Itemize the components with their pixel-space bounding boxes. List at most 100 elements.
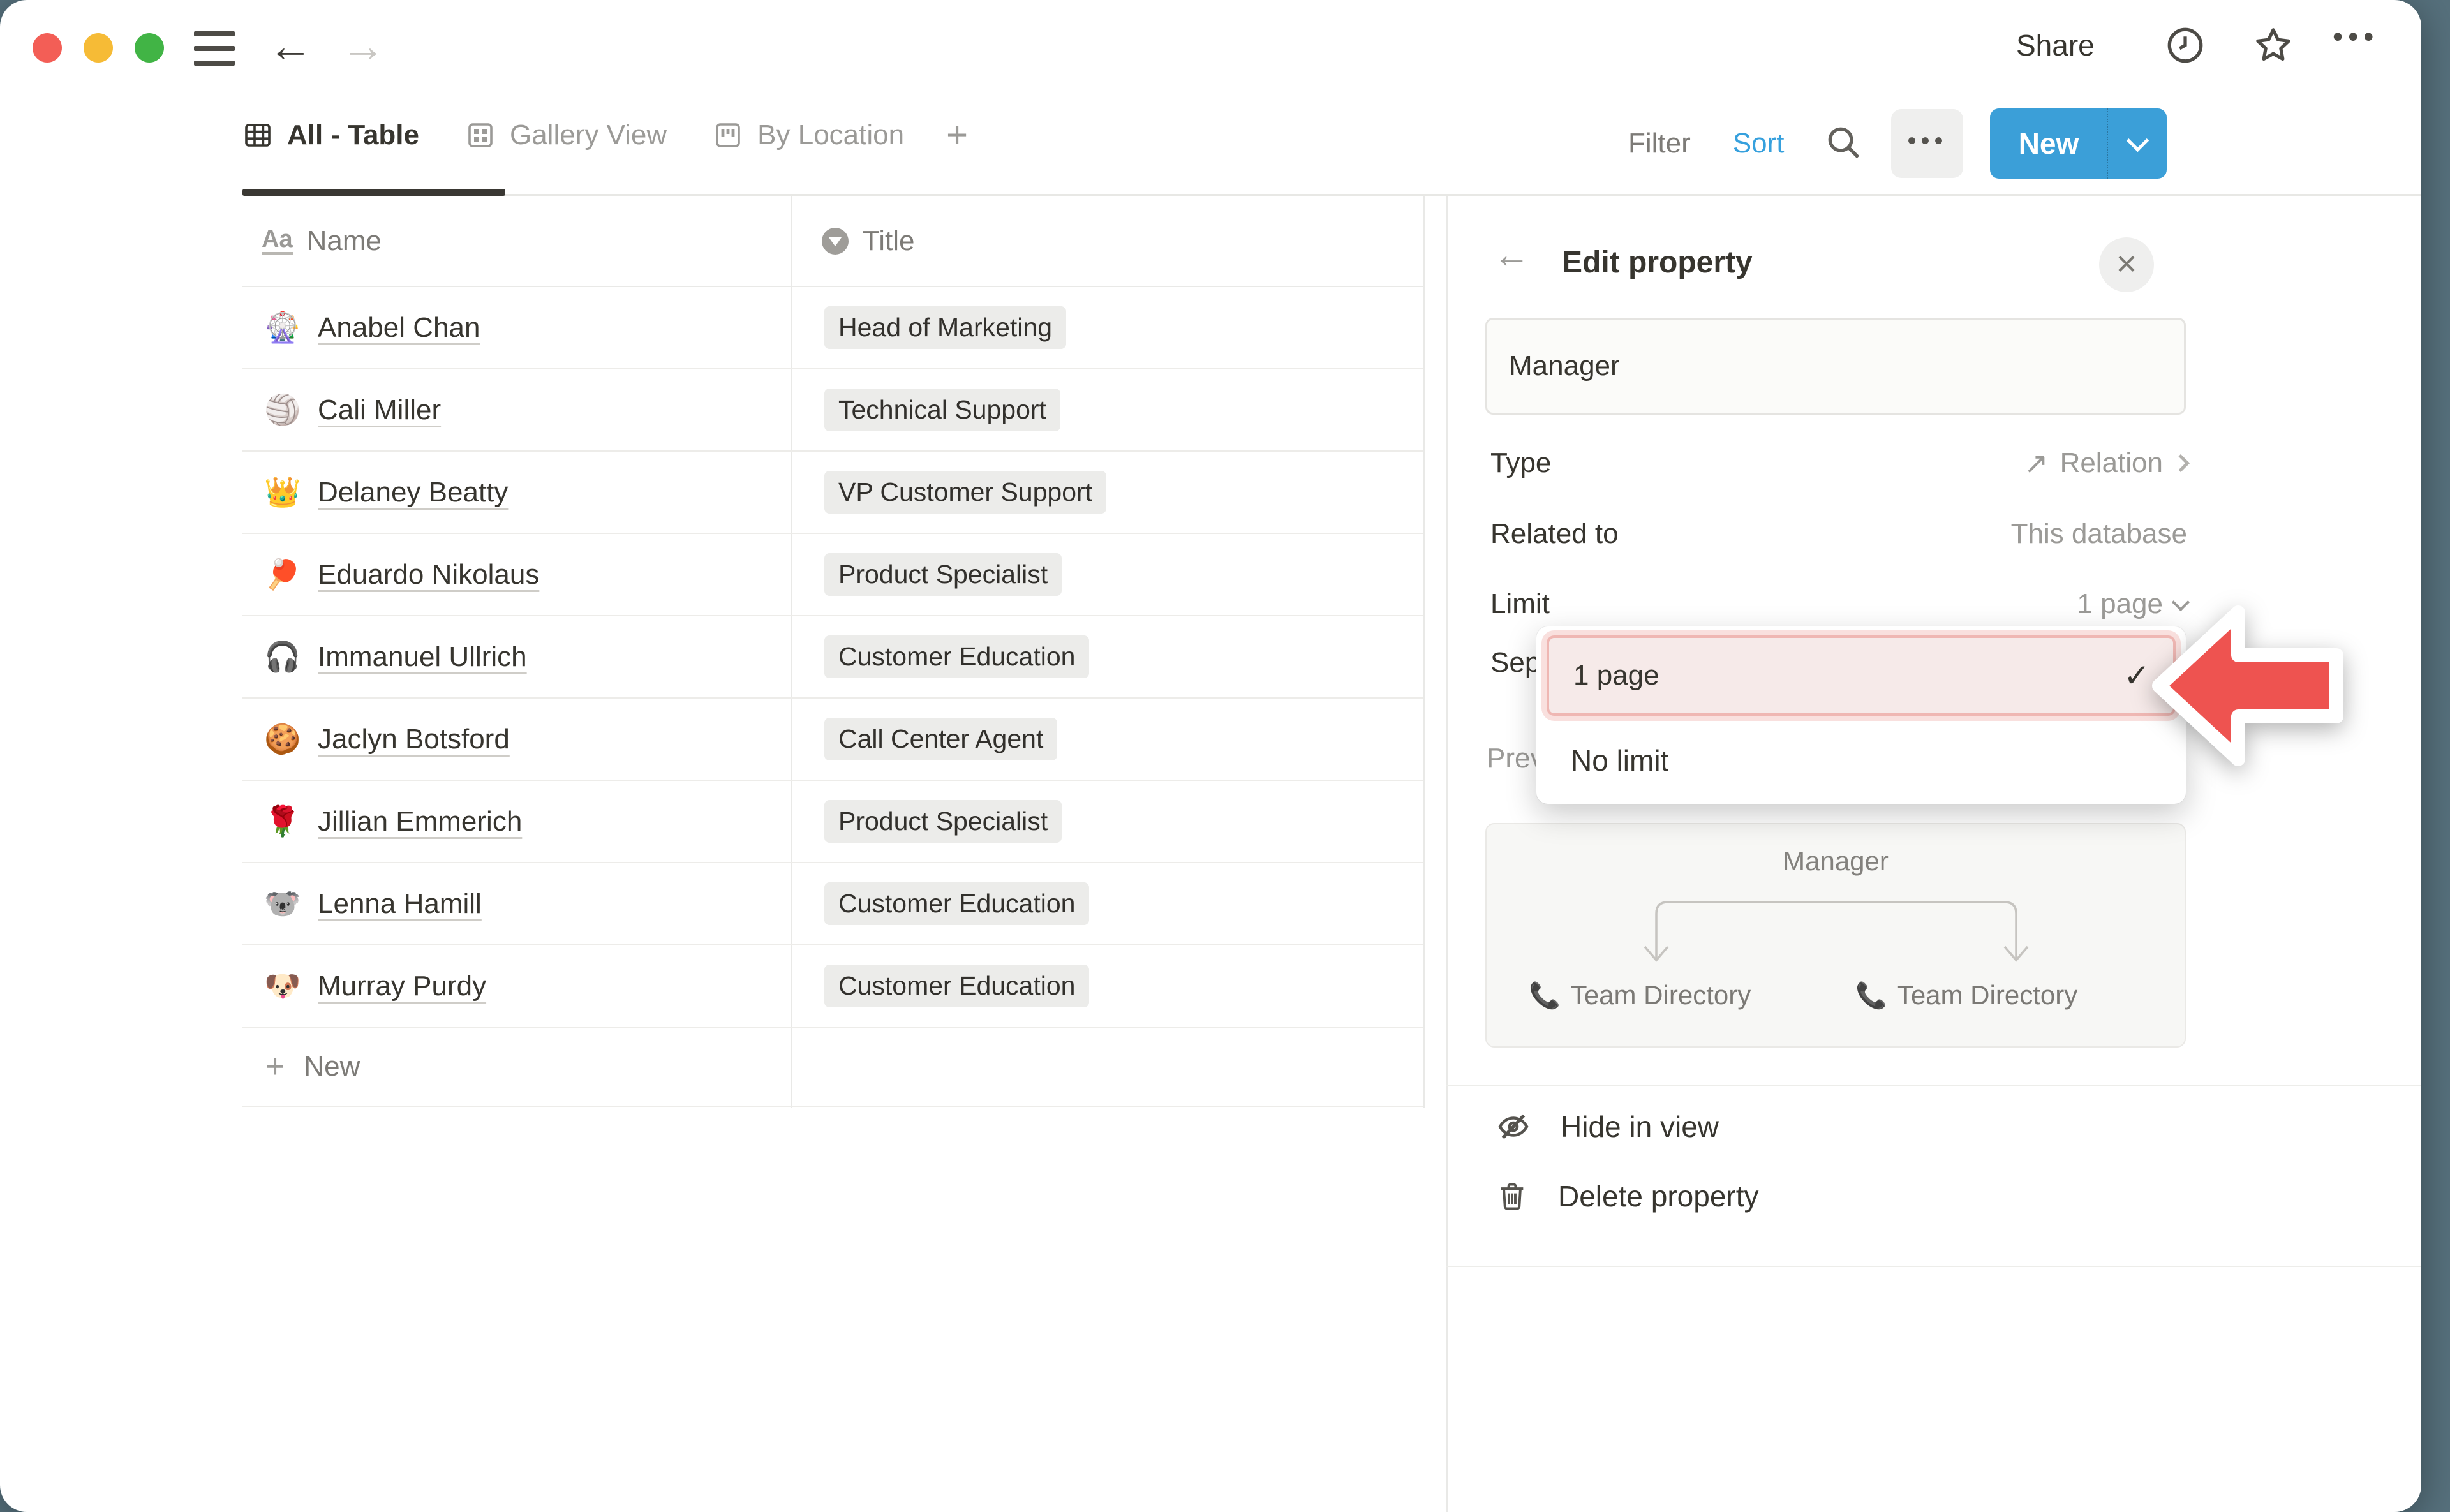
favorite-star-icon[interactable] xyxy=(2252,24,2294,70)
select-tag[interactable]: VP Customer Support xyxy=(824,471,1106,514)
table-row[interactable]: 🍪 Jaclyn Botsford Call Center Agent xyxy=(242,699,1423,781)
page-link[interactable]: Immanuel Ullrich xyxy=(318,641,527,673)
property-name-input[interactable]: Manager xyxy=(1485,318,2186,415)
table-row[interactable]: 🏓 Eduardo Nikolaus Product Specialist xyxy=(242,534,1423,616)
gallery-view-icon xyxy=(465,120,496,151)
select-property-icon xyxy=(822,228,849,255)
eye-off-icon xyxy=(1496,1109,1531,1145)
delete-property-button[interactable]: Delete property xyxy=(1496,1179,1759,1213)
close-icon: × xyxy=(2116,242,2137,284)
page-emoji: 🐨 xyxy=(264,886,301,921)
select-tag[interactable]: Customer Education xyxy=(824,882,1089,925)
phone-icon: 📞 xyxy=(1855,981,1887,1011)
page-link[interactable]: Delaney Beatty xyxy=(318,477,508,508)
table-row[interactable]: 🎧Immanuel Ullrich Customer Education xyxy=(242,616,1423,699)
trash-icon xyxy=(1496,1180,1529,1213)
relation-arrow-icon: ↗ xyxy=(2024,446,2049,480)
hide-in-view-button[interactable]: Hide in view xyxy=(1496,1109,1719,1145)
updates-clock-icon[interactable] xyxy=(2164,24,2206,70)
panel-divider xyxy=(1446,196,1448,1512)
search-icon[interactable] xyxy=(1823,122,1863,165)
panel-title: Edit property xyxy=(1562,245,1753,280)
active-tab-underline xyxy=(242,189,505,196)
add-view-icon[interactable]: + xyxy=(946,114,968,156)
notion-window: ← → Share ••• All - Table Gallery View B… xyxy=(0,0,2421,1512)
preview-child-relation: 📞 Team Directory xyxy=(1855,980,2077,1011)
table-row[interactable]: 👑 Delaney Beatty VP Customer Support xyxy=(242,452,1423,534)
share-button[interactable]: Share xyxy=(2016,28,2095,63)
page-link[interactable]: Jaclyn Botsford xyxy=(318,723,510,755)
preview-child-relation: 📞 Team Directory xyxy=(1529,980,1751,1011)
window-more-icon[interactable]: ••• xyxy=(2333,19,2379,54)
tab-gallery-view[interactable]: Gallery View xyxy=(465,119,667,151)
select-tag[interactable]: Head of Marketing xyxy=(824,306,1066,349)
window-controls[interactable] xyxy=(33,33,164,63)
select-tag[interactable]: Customer Education xyxy=(824,635,1089,678)
minimize-window-icon[interactable] xyxy=(84,33,113,63)
panel-section-divider xyxy=(1446,1085,2421,1086)
sort-button[interactable]: Sort xyxy=(1733,128,1785,159)
table-row[interactable]: 🐨 Lenna Hamill Customer Education xyxy=(242,863,1423,945)
text-property-icon: Aa xyxy=(262,227,293,255)
page-link[interactable]: Murray Purdy xyxy=(318,970,486,1002)
dropdown-option-no-limit[interactable]: No limit xyxy=(1547,729,2176,792)
select-tag[interactable]: Product Specialist xyxy=(824,800,1062,843)
column-header-title[interactable]: Title xyxy=(822,196,915,286)
select-tag[interactable]: Customer Education xyxy=(824,965,1089,1007)
page-link[interactable]: Lenna Hamill xyxy=(318,888,482,920)
zoom-window-icon[interactable] xyxy=(135,33,164,63)
new-split-button[interactable]: New xyxy=(1990,108,2167,179)
property-row-related-to: Related to This database xyxy=(1490,500,2187,568)
nav-forward-icon: → xyxy=(341,14,385,78)
chevron-right-icon xyxy=(2172,454,2190,472)
ellipsis-icon: ••• xyxy=(1907,127,1947,156)
page-emoji: 🍪 xyxy=(264,722,301,757)
table-row[interactable]: 🐶Murray Purdy Customer Education xyxy=(242,945,1423,1028)
chevron-down-icon xyxy=(2127,129,2149,151)
table-row[interactable]: 🌹 Jillian Emmerich Product Specialist xyxy=(242,781,1423,863)
column-divider[interactable] xyxy=(1423,196,1425,1108)
dropdown-option-1-page[interactable]: 1 page ✓ xyxy=(1547,635,2176,716)
select-tag[interactable]: Product Specialist xyxy=(824,553,1062,596)
page-emoji: 🏐 xyxy=(264,392,301,427)
select-tag[interactable]: Technical Support xyxy=(824,389,1060,431)
close-window-icon[interactable] xyxy=(33,33,62,63)
board-view-icon xyxy=(713,120,743,151)
page-emoji: 🌹 xyxy=(264,804,301,839)
checkmark-icon: ✓ xyxy=(2123,657,2150,694)
new-row-button[interactable]: + New xyxy=(242,1028,1423,1107)
page-link[interactable]: Anabel Chan xyxy=(318,312,480,344)
phone-icon: 📞 xyxy=(1529,981,1561,1011)
table-view-icon xyxy=(242,120,273,151)
select-tag[interactable]: Call Center Agent xyxy=(824,718,1057,760)
page-link[interactable]: Eduardo Nikolaus xyxy=(318,559,539,591)
page-emoji: 🏓 xyxy=(264,557,301,592)
tab-all-table[interactable]: All - Table xyxy=(242,119,419,151)
page-link[interactable]: Cali Miller xyxy=(318,394,441,426)
sidebar-toggle-icon[interactable] xyxy=(194,31,235,66)
related-to-value[interactable]: This database xyxy=(2011,518,2187,550)
view-tabs: All - Table Gallery View By Location + xyxy=(242,114,968,156)
column-header-name[interactable]: Aa Name xyxy=(262,196,382,286)
table-row[interactable]: 🎡Anabel Chan Head of Marketing xyxy=(242,287,1423,369)
property-row-type: Type ↗ Relation xyxy=(1490,429,2187,498)
page-link[interactable]: Jillian Emmerich xyxy=(318,806,522,838)
new-button[interactable]: New xyxy=(1990,108,2108,179)
clipped-preview-label: Prev xyxy=(1487,743,1544,775)
new-button-dropdown[interactable] xyxy=(2108,108,2167,179)
table-row[interactable]: 🏐 Cali Miller Technical Support xyxy=(242,369,1423,452)
filter-button[interactable]: Filter xyxy=(1628,128,1691,159)
view-toolbar: Filter Sort ••• New xyxy=(1628,108,2167,179)
nav-back-icon[interactable]: ← xyxy=(268,14,313,78)
panel-close-button[interactable]: × xyxy=(2099,237,2154,292)
clipped-property-label: Sep xyxy=(1490,647,1540,679)
type-value[interactable]: ↗ Relation xyxy=(2024,446,2187,480)
tab-by-location[interactable]: By Location xyxy=(713,119,904,151)
view-options-button[interactable]: ••• xyxy=(1891,109,1963,178)
panel-back-icon[interactable]: ← xyxy=(1493,233,1530,276)
page-emoji: 👑 xyxy=(264,475,301,510)
panel-section-divider xyxy=(1446,1266,2421,1267)
limit-dropdown-menu: 1 page ✓ No limit xyxy=(1536,626,2186,804)
relation-preview: Manager 📞 Team Directory 📞 Team Director… xyxy=(1485,823,2186,1048)
plus-icon: + xyxy=(265,1048,285,1086)
